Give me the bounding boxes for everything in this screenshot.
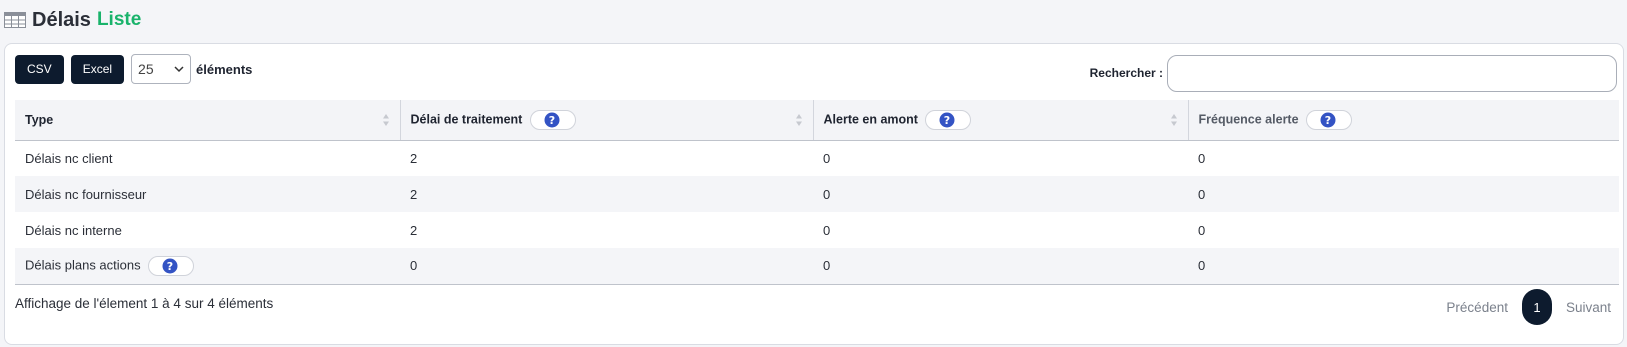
previous-page-button[interactable]: Précédent xyxy=(1446,300,1508,315)
cell-type: Délais nc fournisseur xyxy=(25,186,147,202)
help-button[interactable]: ? xyxy=(148,255,195,276)
column-header-label: Alerte en amont xyxy=(823,112,918,127)
cell-frequence: 0 xyxy=(1188,248,1619,285)
table-toolbar: CSV Excel 25 éléments xyxy=(15,54,252,84)
cell-type: Délais plans actions ? xyxy=(15,248,400,285)
table-icon xyxy=(4,12,26,28)
svg-text:?: ? xyxy=(944,114,950,127)
help-button[interactable]: ? xyxy=(529,109,576,130)
delais-table: Type Délai de traitement ? Alerte en amo… xyxy=(15,100,1619,285)
csv-button[interactable]: CSV xyxy=(15,54,64,84)
column-header-frequence[interactable]: Fréquence alerte ? xyxy=(1187,100,1619,141)
cell-type: Délais nc interne xyxy=(25,222,122,238)
cell-frequence: 0 xyxy=(1198,150,1206,166)
current-page-button[interactable]: 1 xyxy=(1521,289,1552,325)
list-card: CSV Excel 25 éléments Rechercher : Type … xyxy=(4,43,1624,345)
cell-alerte: 0 xyxy=(823,222,831,238)
cell-alerte: 0 xyxy=(823,150,831,166)
search-input[interactable] xyxy=(1167,54,1617,92)
svg-text:?: ? xyxy=(1325,114,1331,127)
column-header-type[interactable]: Type xyxy=(15,100,400,141)
search-area: Rechercher : xyxy=(1090,54,1617,92)
column-header-label: Délai de traitement xyxy=(410,112,523,127)
table-row: Délais nc client 2 0 0 xyxy=(15,140,1619,176)
table-info: Affichage de l'élement 1 à 4 sur 4 éléme… xyxy=(15,296,274,311)
cell-alerte: 0 xyxy=(813,248,1188,285)
cell-type: Délais nc client xyxy=(25,150,113,166)
sort-icon xyxy=(382,114,389,126)
cell-delai: 0 xyxy=(400,248,813,285)
cell-delai: 2 xyxy=(410,186,418,202)
cell-delai: 2 xyxy=(410,150,418,166)
chevron-down-icon xyxy=(174,66,184,73)
sort-icon xyxy=(795,114,802,126)
next-page-button[interactable]: Suivant xyxy=(1566,300,1611,315)
cell-type-text: Délais plans actions xyxy=(25,257,141,273)
help-button[interactable]: ? xyxy=(1306,109,1353,130)
elements-label: éléments xyxy=(196,61,253,77)
help-icon: ? xyxy=(1320,112,1336,128)
svg-text:?: ? xyxy=(549,114,555,127)
page-subtitle: Liste xyxy=(96,9,142,30)
help-icon: ? xyxy=(544,112,560,128)
svg-text:?: ? xyxy=(167,260,173,273)
help-icon: ? xyxy=(162,258,178,274)
pagination: Précédent 1 Suivant xyxy=(1446,289,1611,325)
table-row: Délais plans actions ? 0 0 0 xyxy=(15,248,1619,285)
cell-alerte: 0 xyxy=(823,186,831,202)
table-header-row: Type Délai de traitement ? Alerte en amo… xyxy=(15,100,1619,141)
cell-delai: 2 xyxy=(410,222,418,238)
column-header-label: Type xyxy=(25,112,54,127)
search-label: Rechercher : xyxy=(1089,66,1163,80)
excel-button[interactable]: Excel xyxy=(70,54,125,84)
table-row: Délais nc fournisseur 2 0 0 xyxy=(15,176,1619,212)
page-size-value: 25 xyxy=(138,61,154,77)
page-header: Délais Liste xyxy=(4,6,141,34)
cell-frequence: 0 xyxy=(1198,186,1206,202)
column-header-delai[interactable]: Délai de traitement ? xyxy=(399,100,813,141)
table-row: Délais nc interne 2 0 0 xyxy=(15,212,1619,248)
page-title: Délais xyxy=(32,8,91,31)
help-button[interactable]: ? xyxy=(925,109,972,130)
column-header-alerte[interactable]: Alerte en amont ? xyxy=(812,100,1188,141)
cell-frequence: 0 xyxy=(1198,222,1206,238)
page-size-select[interactable]: 25 xyxy=(131,54,192,84)
help-icon: ? xyxy=(939,112,955,128)
sort-icon xyxy=(1170,114,1177,126)
column-header-label: Fréquence alerte xyxy=(1198,112,1299,127)
